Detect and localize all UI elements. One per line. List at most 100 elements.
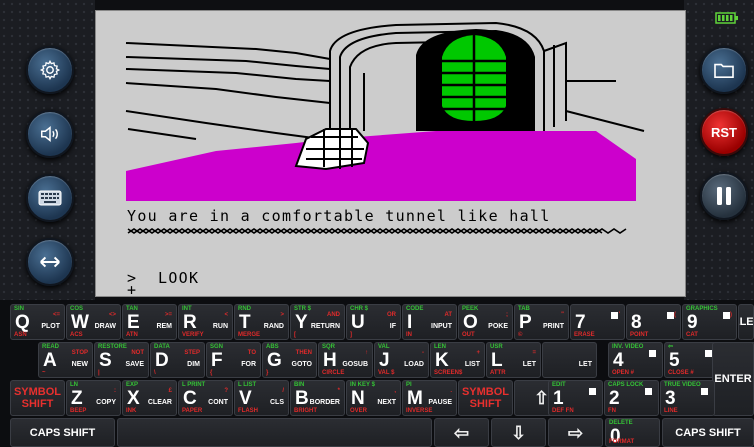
key-bottom-label: MERGE bbox=[238, 332, 261, 338]
symbol-shift-key-left[interactable]: SYMBOL SHIFT bbox=[10, 380, 65, 416]
key-y[interactable]: STR $ Y AND RETURN[ bbox=[290, 304, 345, 340]
key-symbol-label: : bbox=[114, 388, 116, 394]
emulator-screen[interactable]: You are in a comfortable tunnel like hal… bbox=[95, 10, 686, 297]
key-main-label: F bbox=[211, 350, 223, 371]
key-4[interactable]: INV. VIDEO 4 OPEN # bbox=[608, 342, 663, 378]
key-n[interactable]: IN KEY $ N, NEXT OVER bbox=[346, 380, 401, 416]
key-3[interactable]: TRUE VIDEO 3 LINE bbox=[660, 380, 715, 416]
key-main-label: 3 bbox=[665, 388, 676, 409]
arrow-left-key[interactable]: ⇦ bbox=[434, 418, 489, 447]
key-symbol-label: , bbox=[394, 388, 396, 394]
key-t[interactable]: RND T > RAND MERGE bbox=[234, 304, 289, 340]
key-bottom-label: } bbox=[266, 370, 269, 376]
key-k[interactable]: LEN K + LIST SCREEN$ bbox=[430, 342, 485, 378]
keyboard-toggle-button[interactable] bbox=[26, 174, 74, 222]
pause-button[interactable] bbox=[700, 172, 748, 220]
key-keyword-label: LIST bbox=[464, 361, 480, 368]
key-c[interactable]: L PRINT C? CONT PAPER bbox=[178, 380, 233, 416]
key-keyword-label: DRAW bbox=[94, 323, 116, 330]
key-graphic-block bbox=[649, 350, 656, 357]
enter-key[interactable]: ENTER bbox=[712, 342, 754, 416]
key-symbol-label: £ bbox=[168, 388, 172, 394]
key-bottom-label: PAPER bbox=[182, 408, 203, 414]
key-symbol-label: / bbox=[282, 388, 284, 394]
key-bottom-label: LINE bbox=[664, 408, 678, 414]
key-main-label: T bbox=[239, 312, 251, 333]
swap-layout-button[interactable] bbox=[26, 238, 74, 286]
key-symbol-label: STEP bbox=[184, 350, 200, 356]
key-q[interactable]: SIN Q <= PLOT ASN bbox=[10, 304, 65, 340]
key-w[interactable]: COS W <> DRAW ACS bbox=[66, 304, 121, 340]
symbol-shift-label: SYMBOL SHIFT bbox=[13, 386, 62, 410]
key-h[interactable]: SQR H ↑ GOSUB CIRCLE bbox=[318, 342, 373, 378]
key-b[interactable]: BIN B * BORDER BRIGHT bbox=[290, 380, 345, 416]
settings-button[interactable] bbox=[26, 46, 74, 94]
key-symbol-label: * bbox=[337, 388, 340, 394]
reset-button[interactable]: RST bbox=[700, 108, 748, 156]
key-let-extra[interactable]: LET bbox=[542, 342, 597, 378]
key-main-label: J bbox=[379, 350, 390, 371]
key-8[interactable]: 8 (POINT bbox=[626, 304, 681, 340]
key-d[interactable]: DATA D STEP DIM \ bbox=[150, 342, 205, 378]
key-v[interactable]: L LIST V / CLS FLASH bbox=[234, 380, 289, 416]
key-g[interactable]: ABS G THEN GOTO} bbox=[262, 342, 317, 378]
virtual-keyboard: SIN Q <= PLOT ASN COS W <> DRAW ACS TAN E >= REM ATN IN… bbox=[0, 300, 754, 447]
symbol-shift-key-right[interactable]: SYMBOL SHIFT bbox=[458, 380, 513, 416]
arrow-down-key[interactable]: ⇩ bbox=[491, 418, 546, 447]
key-o[interactable]: PEEK O; POKE OUT bbox=[458, 304, 513, 340]
key-keyword-label: CLEAR bbox=[147, 399, 172, 406]
key-bottom-label: OPEN # bbox=[612, 370, 635, 376]
key-symbol-label: <= bbox=[52, 312, 60, 318]
key-keyword-label: PAUSE bbox=[428, 399, 452, 406]
space-key[interactable] bbox=[117, 418, 432, 447]
key-s[interactable]: RESTORE S NOT SAVE | bbox=[94, 342, 149, 378]
key-symbol-label: = bbox=[532, 350, 536, 356]
arrow-right-key[interactable]: ⇨ bbox=[548, 418, 603, 447]
key-bottom-label: SCREEN$ bbox=[434, 370, 463, 376]
key-main-label: I bbox=[407, 312, 413, 333]
sound-button[interactable] bbox=[26, 110, 74, 158]
key-symbol-label: . bbox=[450, 388, 452, 394]
key-j[interactable]: VAL J - LOAD VAL $ bbox=[374, 342, 429, 378]
key-main-label: X bbox=[127, 388, 140, 409]
command-text: LOOK bbox=[158, 269, 200, 287]
key-1[interactable]: EDIT 1 DEF FN bbox=[548, 380, 603, 416]
key-bottom-label: ATN bbox=[126, 332, 138, 338]
key-a[interactable]: READ A STOP NEW ~ bbox=[38, 342, 93, 378]
caps-shift-key-left[interactable]: CAPS SHIFT bbox=[10, 418, 115, 447]
key-x[interactable]: EXP X £ CLEAR INK bbox=[122, 380, 177, 416]
key-bottom-label: FN bbox=[608, 408, 616, 414]
open-file-button[interactable] bbox=[700, 46, 748, 94]
key-u[interactable]: CHR $ U OR IF] bbox=[346, 304, 401, 340]
key-bottom-label: INK bbox=[126, 408, 137, 414]
key-f[interactable]: SGN F TO FOR{ bbox=[206, 342, 261, 378]
key-keyword-label: DIM bbox=[187, 361, 200, 368]
key-i[interactable]: CODE I AT INPUT IN bbox=[402, 304, 457, 340]
key-keyword-label: REM bbox=[156, 323, 172, 330]
key-z[interactable]: LN Z: COPY BEEP bbox=[66, 380, 121, 416]
key-0[interactable]: DELETE 0 FORMAT bbox=[605, 418, 660, 447]
key-main-label: S bbox=[99, 350, 112, 371]
left-control-panel bbox=[0, 0, 95, 300]
key-m[interactable]: PI M. PAUSE INVERSE bbox=[402, 380, 457, 416]
key-keyword-label: RAND bbox=[263, 323, 284, 330]
delete-key[interactable]: DELETE bbox=[738, 304, 754, 340]
key-bottom-label: | bbox=[98, 370, 100, 376]
key-main-label: K bbox=[435, 350, 449, 371]
key-2[interactable]: CAPS LOCK 2 FN bbox=[604, 380, 659, 416]
key-symbol-label: ; bbox=[506, 312, 508, 318]
key-p[interactable]: TAB P " PRINT © bbox=[514, 304, 569, 340]
key-bottom-label: ] bbox=[350, 332, 352, 338]
key-r[interactable]: INT R < RUN VERIFY bbox=[178, 304, 233, 340]
key-e[interactable]: TAN E >= REM ATN bbox=[122, 304, 177, 340]
key-7[interactable]: 7 ' ERASE bbox=[570, 304, 625, 340]
key-keyword-label: BORDER bbox=[309, 399, 340, 406]
key-9[interactable]: GRAPHICS 9) CAT bbox=[682, 304, 737, 340]
key-keyword-label: CONT bbox=[208, 399, 228, 406]
key-main-label: L bbox=[491, 350, 503, 371]
key-graphic-block bbox=[667, 312, 674, 319]
key-bottom-label: \ bbox=[154, 370, 156, 376]
caps-shift-key-right[interactable]: CAPS SHIFT bbox=[662, 418, 754, 447]
key-5[interactable]: ⇦ 5 CLOSE # bbox=[664, 342, 719, 378]
key-l[interactable]: USR L = LET ATTR bbox=[486, 342, 541, 378]
